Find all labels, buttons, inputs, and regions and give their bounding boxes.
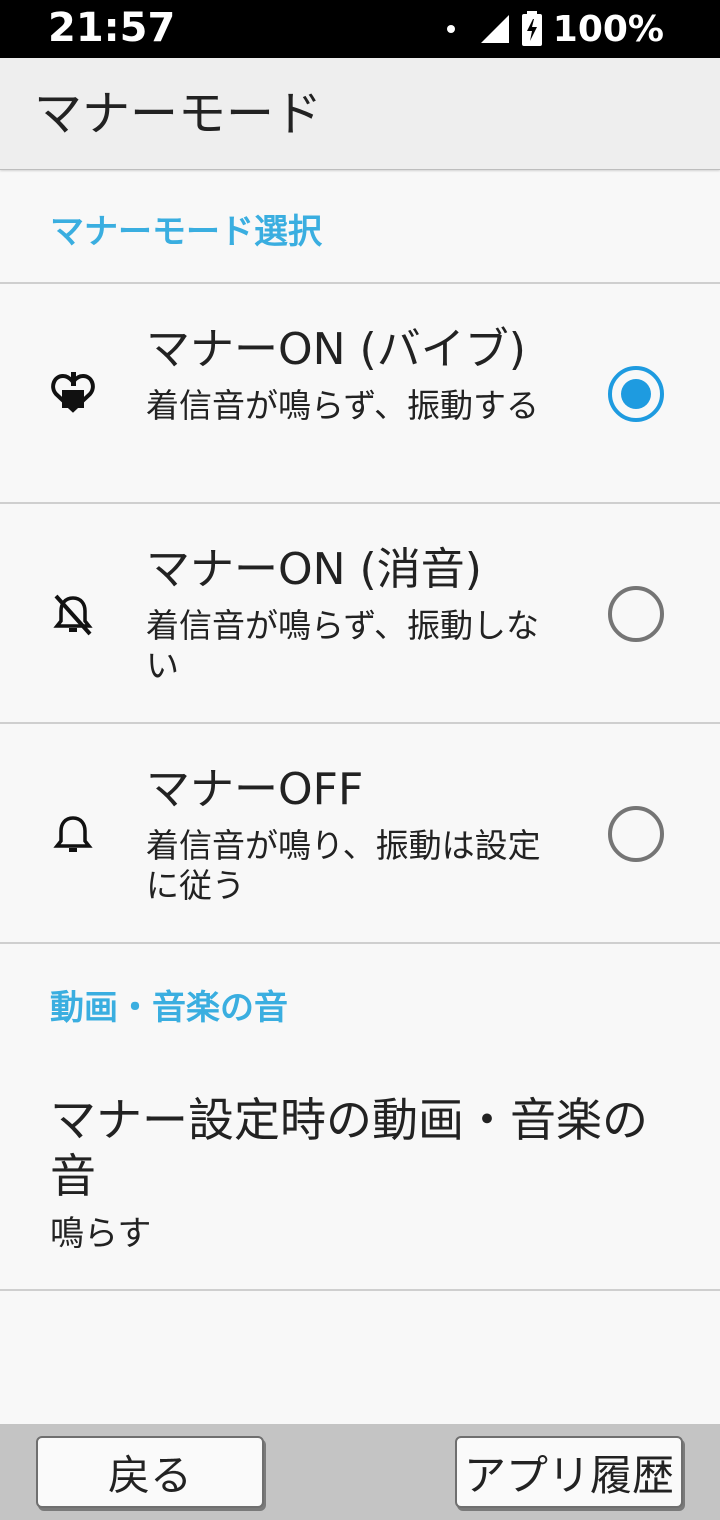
status-icons: 100% (446, 0, 664, 58)
status-time: 21:57 (48, 5, 176, 51)
setting-summary: 鳴らす (50, 1214, 152, 1254)
status-bar: 21:57 100% (0, 0, 720, 58)
option-manner-silent[interactable]: マナーON (消音) 着信音が鳴らず、振動しない (0, 504, 720, 722)
option-title: マナーON (バイブ) (146, 324, 526, 375)
bell-icon (50, 812, 96, 858)
soft-key-bar: 戻る アプリ履歴 (0, 1424, 720, 1520)
radio-button[interactable] (608, 586, 664, 642)
battery-percent: 100% (552, 8, 664, 50)
divider (0, 942, 720, 944)
option-summary: 着信音が鳴らず、振動する (146, 386, 540, 425)
setting-title: マナー設定時の動画・音楽の音 (50, 1093, 648, 1203)
app-bar: マナーモード (0, 58, 720, 170)
option-summary: 着信音が鳴らず、振動しない (146, 606, 540, 685)
notification-dot-icon (446, 25, 455, 33)
bell-off-icon (50, 592, 96, 638)
signal-icon (480, 15, 509, 43)
option-manner-off[interactable]: マナーOFF 着信音が鳴り、振動は設定に従う (0, 724, 720, 942)
option-title: マナーOFF (146, 764, 364, 815)
page-title: マナーモード (34, 86, 323, 142)
section-header-manner-select: マナーモード選択 (50, 212, 322, 252)
option-title: マナーON (消音) (146, 544, 482, 595)
battery-charging-icon (521, 11, 542, 46)
radio-button-selected[interactable] (608, 366, 664, 422)
option-manner-vibrate[interactable]: マナーON (バイブ) 着信音が鳴らず、振動する (0, 284, 720, 502)
divider (0, 1289, 720, 1291)
app-history-button[interactable]: アプリ履歴 (455, 1436, 683, 1508)
vibrate-icon (50, 370, 96, 416)
option-summary: 着信音が鳴り、振動は設定に従う (146, 826, 541, 905)
back-button[interactable]: 戻る (36, 1436, 264, 1508)
radio-button[interactable] (608, 806, 664, 862)
section-header-media-sound: 動画・音楽の音 (50, 988, 288, 1028)
setting-media-sound[interactable]: マナー設定時の動画・音楽の音 鳴らす (0, 1066, 720, 1290)
